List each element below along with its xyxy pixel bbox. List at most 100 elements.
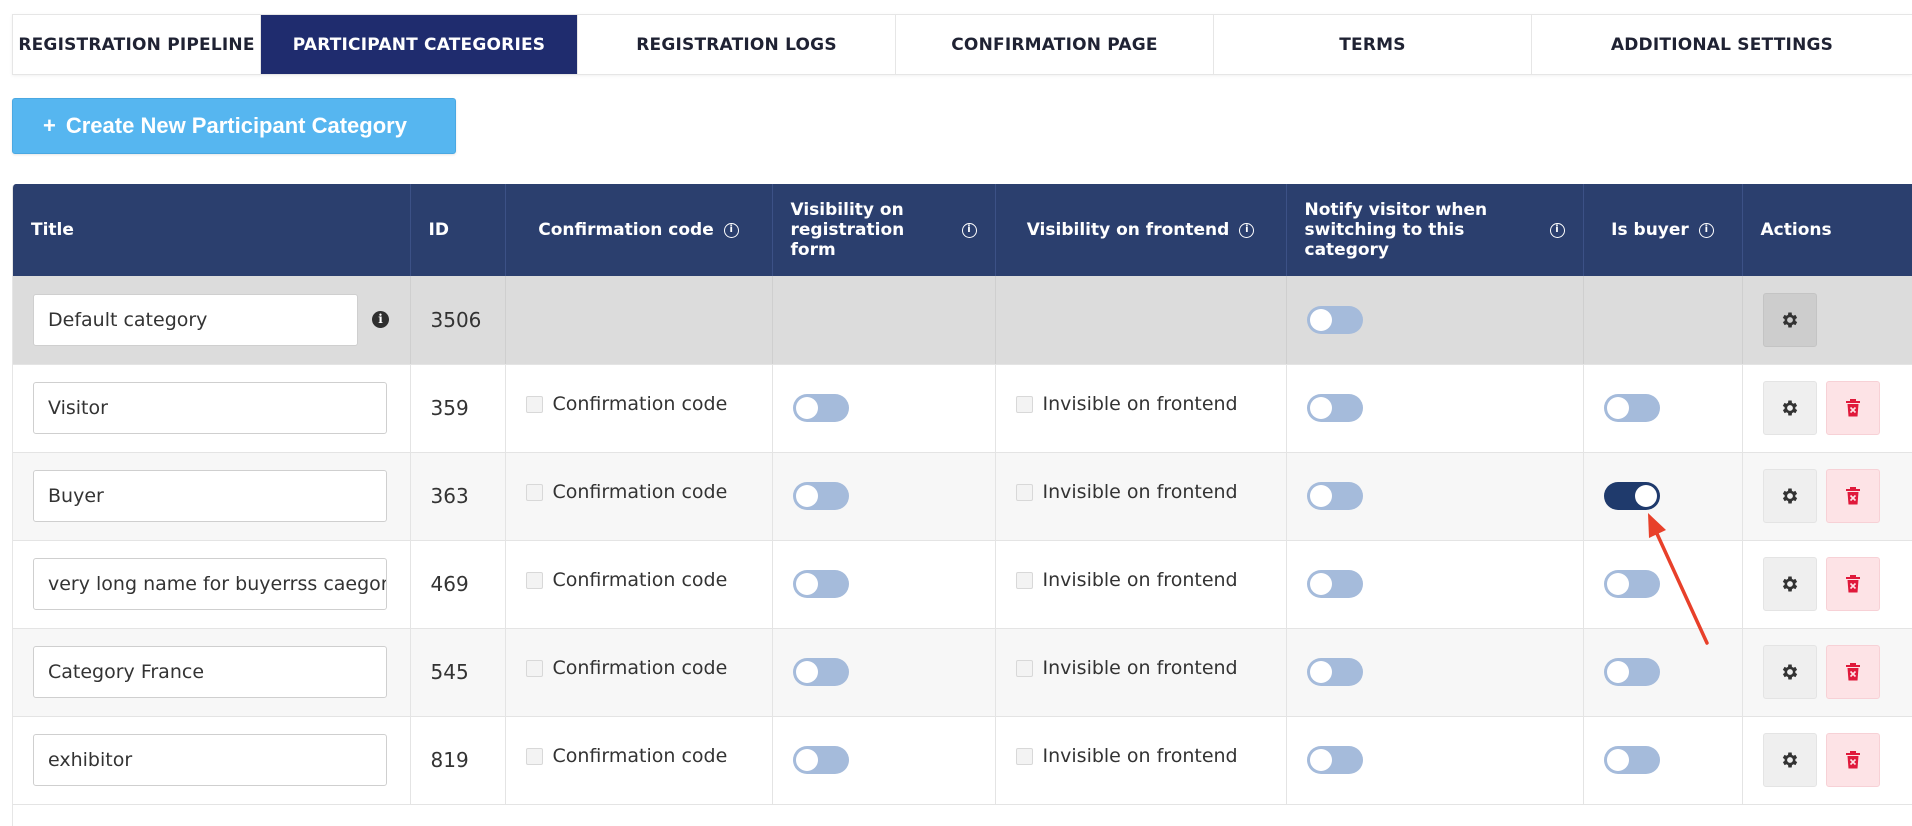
notify-visitor-cell: [1286, 452, 1584, 541]
table-row: very long name for buyerrss caegor 469 Con…: [13, 540, 1912, 629]
visibility-registration-cell: [772, 364, 996, 453]
notify-visitor-cell: [1286, 716, 1584, 805]
confirmation-code-option[interactable]: Confirmation code: [525, 481, 752, 503]
visibility-frontend-cell: Invisible on frontend: [995, 628, 1287, 717]
title-input[interactable]: Default category: [33, 293, 358, 346]
info-icon[interactable]: i: [961, 222, 977, 238]
confirmation-code-checkbox[interactable]: [525, 747, 543, 765]
table-row: exhibitor 819 Confirmation code Invisible o…: [13, 716, 1912, 805]
confirmation-code-option[interactable]: Confirmation code: [525, 745, 752, 767]
invisible-frontend-option[interactable]: Invisible on frontend: [1015, 481, 1266, 503]
invisible-frontend-checkbox[interactable]: [1015, 747, 1033, 765]
visibility-registration-toggle[interactable]: [792, 482, 849, 510]
invisible-frontend-option[interactable]: Invisible on frontend: [1015, 393, 1266, 415]
is-buyer-cell: [1583, 628, 1743, 717]
invisible-frontend-option[interactable]: Invisible on frontend: [1015, 657, 1266, 679]
tab-additional-settings[interactable]: ADDITIONAL SETTINGS: [1532, 15, 1912, 74]
visibility-registration-toggle[interactable]: [792, 394, 849, 422]
title-input[interactable]: very long name for buyerrss caegor: [33, 558, 387, 610]
delete-button[interactable]: [1825, 557, 1880, 611]
info-icon[interactable]: i: [1698, 222, 1714, 238]
tab-registration-pipeline[interactable]: REGISTRATION PIPELINE: [13, 15, 261, 74]
confirmation-code-cell: Confirmation code: [505, 628, 773, 717]
settings-button[interactable]: [1762, 557, 1817, 611]
table-row: Default category i 3506: [13, 276, 1912, 365]
confirmation-code-cell: Confirmation code: [505, 452, 773, 541]
confirmation-code-option[interactable]: Confirmation code: [525, 393, 752, 415]
confirmation-code-checkbox[interactable]: [525, 659, 543, 677]
invisible-frontend-checkbox[interactable]: [1015, 659, 1033, 677]
col-visibility-frontend: Visibility on frontend i: [995, 184, 1287, 276]
info-icon[interactable]: i: [1549, 222, 1565, 238]
settings-button[interactable]: [1762, 645, 1817, 699]
trash-icon: [1845, 751, 1861, 769]
actions-cell: [1742, 452, 1912, 541]
title-cell: very long name for buyerrss caegor: [13, 540, 411, 629]
notify-visitor-toggle[interactable]: [1306, 305, 1363, 334]
tab-confirmation-page[interactable]: CONFIRMATION PAGE: [896, 15, 1214, 74]
confirmation-code-checkbox[interactable]: [525, 395, 543, 413]
invisible-frontend-checkbox[interactable]: [1015, 571, 1033, 589]
invisible-frontend-option[interactable]: Invisible on frontend: [1015, 745, 1266, 767]
id-cell: 363: [410, 452, 506, 541]
visibility-frontend-cell: Invisible on frontend: [995, 364, 1287, 453]
table-row: Category France 545 Confirmation code Invis…: [13, 628, 1912, 717]
gear-icon: [1780, 486, 1800, 506]
notify-visitor-cell: [1286, 540, 1584, 629]
actions-cell: [1742, 628, 1912, 717]
gear-icon: [1780, 310, 1800, 330]
visibility-registration-toggle[interactable]: [792, 746, 849, 774]
gear-icon: [1780, 750, 1800, 770]
visibility-registration-cell: [772, 628, 996, 717]
visibility-registration-toggle[interactable]: [792, 658, 849, 686]
actions-cell: [1742, 716, 1912, 805]
gear-icon: [1780, 662, 1800, 682]
title-input[interactable]: Category France: [33, 646, 387, 698]
info-icon[interactable]: i: [372, 311, 389, 329]
info-icon[interactable]: i: [723, 222, 739, 238]
notify-visitor-toggle[interactable]: [1306, 658, 1363, 686]
settings-button[interactable]: [1762, 292, 1817, 347]
notify-visitor-toggle[interactable]: [1306, 394, 1363, 422]
is-buyer-toggle[interactable]: [1603, 746, 1660, 774]
visibility-registration-cell: [772, 716, 996, 805]
notify-visitor-toggle[interactable]: [1306, 746, 1363, 774]
delete-button[interactable]: [1825, 381, 1880, 435]
invisible-frontend-checkbox[interactable]: [1015, 395, 1033, 413]
tab-participant-categories[interactable]: PARTICIPANT CATEGORIES: [261, 15, 578, 74]
visibility-registration-toggle[interactable]: [792, 570, 849, 598]
id-cell: 819: [410, 716, 506, 805]
confirmation-code-option[interactable]: Confirmation code: [525, 569, 752, 591]
title-input[interactable]: Visitor: [33, 382, 387, 434]
confirmation-code-option[interactable]: Confirmation code: [525, 657, 752, 679]
table-header: Title ID Confirmation code i Visibility o…: [13, 184, 1912, 276]
is-buyer-toggle[interactable]: [1603, 482, 1660, 510]
create-category-button[interactable]: + Create New Participant Category: [12, 98, 456, 154]
settings-button[interactable]: [1762, 469, 1817, 523]
notify-visitor-cell: [1286, 276, 1584, 365]
table-row: Visitor 359 Confirmation code Invisible on …: [13, 364, 1912, 453]
title-input[interactable]: Buyer: [33, 470, 387, 522]
settings-button[interactable]: [1762, 381, 1817, 435]
is-buyer-toggle[interactable]: [1603, 658, 1660, 686]
is-buyer-toggle[interactable]: [1603, 394, 1660, 422]
delete-button[interactable]: [1825, 733, 1880, 787]
confirmation-code-checkbox[interactable]: [525, 571, 543, 589]
delete-button[interactable]: [1825, 645, 1880, 699]
invisible-frontend-option[interactable]: Invisible on frontend: [1015, 569, 1266, 591]
info-icon[interactable]: i: [1239, 222, 1255, 238]
title-cell: Default category i: [13, 276, 411, 365]
confirmation-code-cell: Confirmation code: [505, 540, 773, 629]
notify-visitor-toggle[interactable]: [1306, 570, 1363, 598]
settings-button[interactable]: [1762, 733, 1817, 787]
is-buyer-cell: [1583, 716, 1743, 805]
col-actions: Actions: [1742, 184, 1912, 276]
notify-visitor-toggle[interactable]: [1306, 482, 1363, 510]
confirmation-code-checkbox[interactable]: [525, 483, 543, 501]
delete-button[interactable]: [1825, 469, 1880, 523]
tab-registration-logs[interactable]: REGISTRATION LOGS: [578, 15, 896, 74]
tab-terms[interactable]: TERMS: [1214, 15, 1532, 74]
invisible-frontend-checkbox[interactable]: [1015, 483, 1033, 501]
is-buyer-toggle[interactable]: [1603, 570, 1660, 598]
title-input[interactable]: exhibitor: [33, 734, 387, 786]
